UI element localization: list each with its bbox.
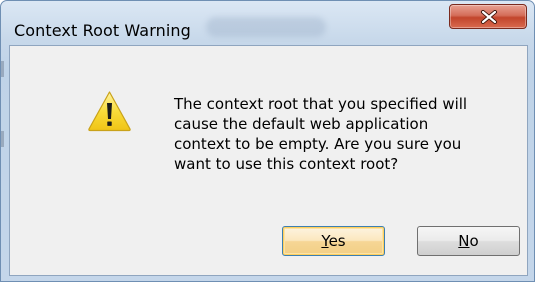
close-button[interactable] xyxy=(449,4,527,29)
warning-message: The context root that you specified will… xyxy=(174,95,468,173)
title-bar-blur xyxy=(206,17,326,37)
dialog-window: Context Root Warning The context root th… xyxy=(0,0,535,282)
no-button-mnemonic: N xyxy=(458,232,470,250)
yes-button-mnemonic: Y xyxy=(321,232,329,250)
yes-button-label: es xyxy=(328,232,346,250)
warning-triangle-icon xyxy=(88,91,131,132)
window-title: Context Root Warning xyxy=(14,21,191,40)
title-bar[interactable]: Context Root Warning xyxy=(1,1,534,45)
window-edge-artifact xyxy=(1,131,4,147)
window-edge-artifact xyxy=(1,61,4,77)
yes-button[interactable]: Yes xyxy=(282,226,385,256)
close-x-icon xyxy=(481,10,497,24)
dialog-content: The context root that you specified will… xyxy=(9,45,528,276)
no-button-label: o xyxy=(469,232,479,250)
no-button[interactable]: No xyxy=(417,226,520,256)
